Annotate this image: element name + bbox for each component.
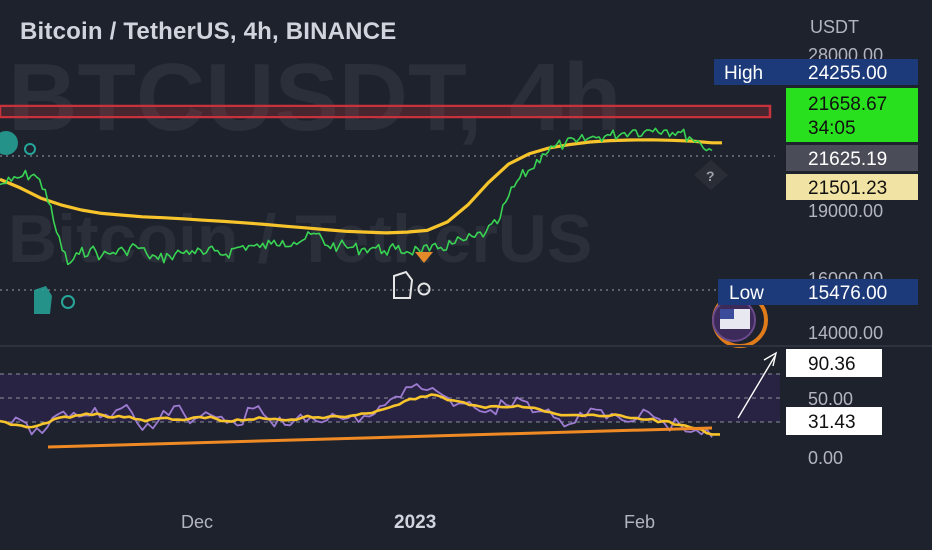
flower-outline-icon <box>417 282 431 296</box>
last-price-value: 21658.67 <box>808 94 887 115</box>
watermark-ticker: BTCUSDT, 4h <box>8 44 621 151</box>
rsi-pane <box>0 351 780 449</box>
rsi-current-value: 31.43 <box>808 412 856 433</box>
time-label-feb: Feb <box>624 512 655 532</box>
us-flag-canton <box>720 309 734 319</box>
resistance-zone-fill <box>0 108 770 115</box>
rsi-upper-value: 90.36 <box>808 354 856 375</box>
symbol-title[interactable]: Bitcoin / TetherUS, 4h, BINANCE <box>20 18 396 46</box>
bar-countdown: 34:05 <box>808 118 856 139</box>
time-label-dec: Dec <box>181 512 213 532</box>
chart-canvas[interactable]: BTCUSDT, 4h Bitcoin / TetherUS ? USDT 28… <box>0 0 932 550</box>
time-axis[interactable]: Dec 2023 Feb <box>181 512 655 533</box>
rsi-support-trendline <box>47 426 713 449</box>
rsi-band <box>0 374 780 422</box>
price-tick: 19000.00 <box>808 201 883 221</box>
price-tick: 14000.00 <box>808 323 883 343</box>
flower-icon-bottom <box>61 295 75 309</box>
high-tag-label: High <box>724 63 763 84</box>
axis-currency: USDT <box>810 17 859 37</box>
ma-level-value: 21501.23 <box>808 178 887 199</box>
rsi-tick: 50.00 <box>808 389 853 409</box>
close-level-value: 21625.19 <box>808 149 887 170</box>
high-price-value: 24255.00 <box>808 63 887 84</box>
time-label-2023: 2023 <box>394 512 436 533</box>
tradingview-chart: BTCUSDT, 4h Bitcoin / TetherUS ? USDT 28… <box>0 0 932 550</box>
rsi-tick: 0.00 <box>808 448 843 468</box>
low-price-value: 15476.00 <box>808 283 887 304</box>
low-tag-label: Low <box>729 283 764 304</box>
question-icon: ? <box>706 168 715 184</box>
